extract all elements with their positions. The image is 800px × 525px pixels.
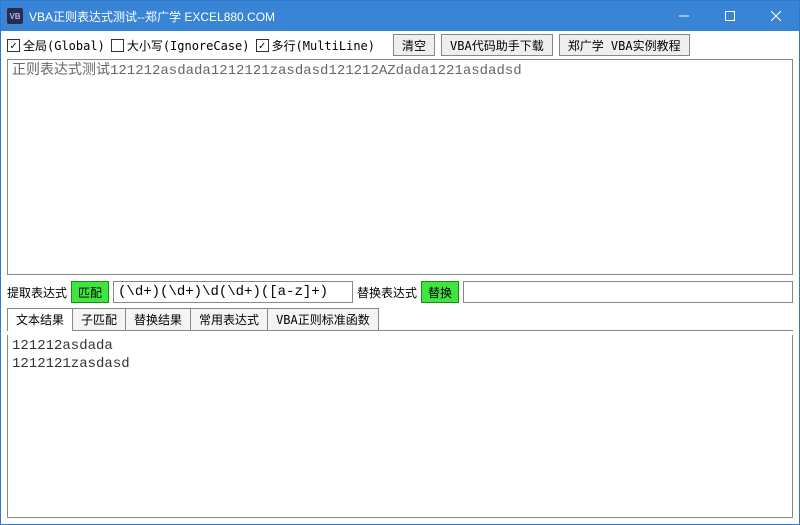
close-icon: [771, 11, 781, 21]
result-tabbar: 文本结果 子匹配 替换结果 常用表达式 VBA正则标准函数: [7, 309, 793, 331]
match-button[interactable]: 匹配: [71, 281, 109, 303]
content-area: 提取表达式 匹配 替换表达式 替换 文本结果 子匹配 替换结果 常用表达式 VB…: [1, 59, 799, 524]
checkbox-icon: [111, 39, 124, 52]
pattern-input[interactable]: [113, 281, 353, 303]
tab-common-patterns[interactable]: 常用表达式: [190, 308, 268, 330]
replace-label: 替换表达式: [357, 284, 417, 301]
extract-label: 提取表达式: [7, 284, 67, 301]
download-helper-button[interactable]: VBA代码助手下载: [441, 34, 553, 56]
clear-button[interactable]: 清空: [393, 34, 435, 56]
maximize-button[interactable]: [707, 1, 753, 31]
tutorial-button[interactable]: 郑广学 VBA实例教程: [559, 34, 690, 56]
app-window: VB VBA正则表达式测试--郑广学 EXCEL880.COM 全局(Globa…: [0, 0, 800, 525]
options-toolbar: 全局(Global) 大小写(IgnoreCase) 多行(MultiLine)…: [1, 31, 799, 59]
ignorecase-checkbox[interactable]: 大小写(IgnoreCase): [111, 37, 250, 54]
pattern-row: 提取表达式 匹配 替换表达式 替换: [7, 279, 793, 305]
app-icon: VB: [7, 8, 23, 24]
multiline-label: 多行(MultiLine): [272, 37, 375, 54]
window-title: VBA正则表达式测试--郑广学 EXCEL880.COM: [29, 8, 275, 25]
global-label: 全局(Global): [23, 37, 105, 54]
tab-replace-result[interactable]: 替换结果: [125, 308, 191, 330]
tab-text-result[interactable]: 文本结果: [7, 308, 73, 330]
replace-input[interactable]: [463, 281, 793, 303]
tab-vba-functions[interactable]: VBA正则标准函数: [267, 308, 379, 330]
maximize-icon: [725, 11, 735, 21]
minimize-icon: [679, 11, 689, 21]
titlebar[interactable]: VB VBA正则表达式测试--郑广学 EXCEL880.COM: [1, 1, 799, 31]
ignorecase-label: 大小写(IgnoreCase): [127, 37, 250, 54]
minimize-button[interactable]: [661, 1, 707, 31]
multiline-checkbox[interactable]: 多行(MultiLine): [256, 37, 375, 54]
close-button[interactable]: [753, 1, 799, 31]
source-text-input[interactable]: [7, 59, 793, 275]
global-checkbox[interactable]: 全局(Global): [7, 37, 105, 54]
replace-button[interactable]: 替换: [421, 281, 459, 303]
checkbox-icon: [7, 39, 20, 52]
result-output[interactable]: 121212asdada 1212121zasdasd: [7, 335, 793, 518]
tab-submatch[interactable]: 子匹配: [72, 308, 126, 330]
checkbox-icon: [256, 39, 269, 52]
